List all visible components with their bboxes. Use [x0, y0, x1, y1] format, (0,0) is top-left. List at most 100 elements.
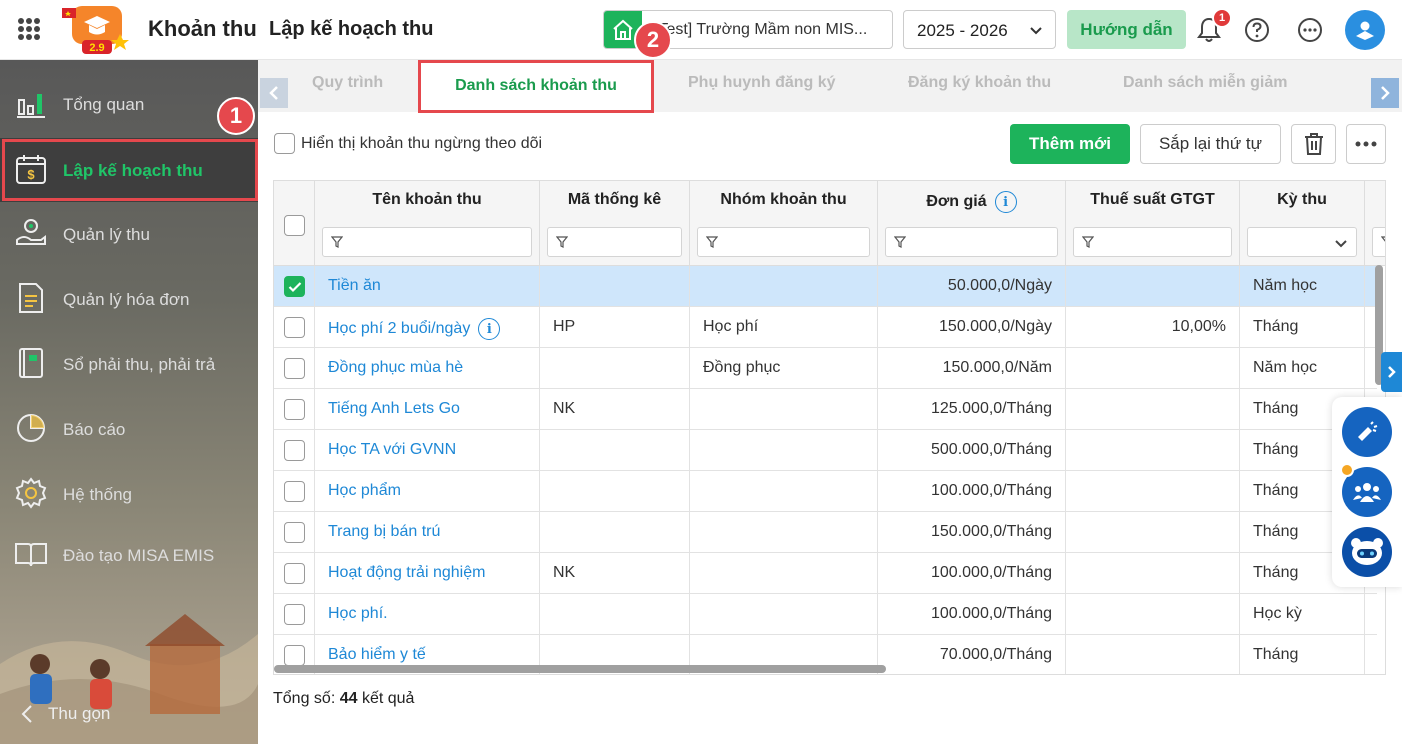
delete-button[interactable]	[1291, 124, 1336, 164]
table-row[interactable]: Học phí. 100.000,0/Tháng Học kỳ	[274, 594, 1377, 635]
megaphone-icon	[1358, 421, 1378, 441]
tab-parent-register[interactable]: Phụ huynh đăng ký	[688, 74, 836, 92]
app-grid-icon[interactable]	[18, 18, 40, 40]
filter-input-group[interactable]	[697, 227, 870, 257]
chevron-down-icon	[1030, 27, 1042, 35]
filter-icon	[1082, 236, 1094, 248]
fee-name-link[interactable]: Tiếng Anh Lets Go	[328, 400, 460, 417]
cell-text: 150.000,0/Ngày	[939, 318, 1052, 335]
fee-name-link[interactable]: Tiền ăn	[328, 277, 381, 294]
row-checkbox[interactable]	[284, 604, 305, 625]
fee-name-link[interactable]: Học TA với GVNN	[328, 441, 456, 458]
table-row[interactable]: Đồng phục mùa hè Đồng phục 150.000,0/Năm Nă…	[274, 348, 1377, 389]
cell-group	[690, 594, 878, 635]
table-row[interactable]: Tiếng Anh Lets Go NK 125.000,0/Tháng Tháng	[274, 389, 1377, 430]
cell-group	[690, 389, 878, 430]
filter-input-price[interactable]	[885, 227, 1058, 257]
header-select-cell	[274, 181, 315, 266]
filter-input-code[interactable]	[547, 227, 682, 257]
cell-vat	[1066, 430, 1240, 471]
fee-name-link[interactable]: Học phẩm	[328, 482, 401, 499]
sidebar-item-system[interactable]: Hệ thống	[0, 462, 258, 526]
notification-badge: 1	[1212, 8, 1232, 28]
annotation-step-1: 1	[217, 97, 255, 135]
row-checkbox[interactable]	[284, 399, 305, 420]
right-panel-toggle[interactable]	[1381, 352, 1402, 392]
announcement-button[interactable]	[1342, 407, 1392, 457]
table-row[interactable]: Học phẩm 100.000,0/Tháng Tháng	[274, 471, 1377, 512]
select-all-checkbox[interactable]	[284, 215, 305, 236]
cell-group	[690, 266, 878, 307]
cell-name: Trang bị bán trú	[315, 512, 540, 553]
sidebar-collapse-button[interactable]: Thu gọn	[20, 704, 110, 724]
guide-button[interactable]: Hướng dẫn	[1067, 10, 1186, 49]
sidebar-item-invoices[interactable]: Quản lý hóa đơn	[0, 267, 258, 331]
row-checkbox[interactable]	[284, 481, 305, 502]
cell-text: Học phí	[703, 318, 759, 335]
sidebar-item-reports[interactable]: Báo cáo	[0, 397, 258, 461]
school-year-select[interactable]: 2025 - 2026	[903, 10, 1056, 49]
filter-input-vat[interactable]	[1073, 227, 1232, 257]
tab-fee-register[interactable]: Đăng ký khoản thu	[908, 74, 1051, 92]
table-row[interactable]: Trang bị bán trú 150.000,0/Tháng Tháng	[274, 512, 1377, 553]
sidebar-item-manage-collection[interactable]: Quản lý thu	[0, 202, 258, 266]
sidebar-item-training[interactable]: Đào tạo MISA EMIS	[0, 523, 258, 587]
show-stopped-toggle[interactable]: Hiển thị khoản thu ngừng theo dõi	[274, 133, 542, 154]
filter-select-period[interactable]	[1247, 227, 1357, 257]
app-logo[interactable]: 2.9	[58, 4, 136, 56]
cell-name: Tiền ăn	[315, 266, 540, 307]
show-stopped-checkbox[interactable]	[274, 133, 295, 154]
row-checkbox[interactable]	[284, 358, 305, 379]
cell-text: Tháng	[1253, 441, 1299, 458]
horizontal-scrollbar[interactable]	[274, 664, 1374, 674]
row-checkbox[interactable]	[284, 317, 305, 338]
tab-process[interactable]: Quy trình	[312, 74, 383, 92]
row-checkbox[interactable]	[284, 563, 305, 584]
tab-exemption-list[interactable]: Danh sách miễn giảm	[1123, 74, 1288, 92]
cell-period: Năm học	[1240, 266, 1365, 307]
cell-price: 125.000,0/Tháng	[878, 389, 1066, 430]
fee-name-link[interactable]: Hoạt động trải nghiệm	[328, 564, 485, 581]
info-icon[interactable]: i	[478, 318, 501, 340]
user-avatar[interactable]	[1345, 10, 1385, 50]
cell-text: Học kỳ	[1253, 605, 1302, 622]
cell-text: 50.000,0/Ngày	[947, 277, 1052, 294]
cell-text: 150.000,0/Tháng	[931, 523, 1052, 540]
table-row[interactable]: Tiền ăn 50.000,0/Ngày Năm học	[274, 266, 1377, 307]
fee-name-link[interactable]: Học phí.	[328, 605, 388, 622]
help-icon[interactable]	[1244, 17, 1270, 43]
cell-code: HP	[540, 307, 690, 348]
row-checkbox[interactable]	[284, 522, 305, 543]
row-checkbox[interactable]	[284, 276, 305, 297]
fee-name-link[interactable]: Bảo hiểm y tế	[328, 646, 426, 663]
cell-vat	[1066, 348, 1240, 389]
filter-input-next[interactable]	[1372, 227, 1385, 257]
tabs-scroll-left[interactable]	[260, 78, 288, 108]
chevron-right-icon	[1381, 86, 1390, 100]
info-icon[interactable]: i	[994, 191, 1017, 213]
filter-input-name[interactable]	[322, 227, 532, 257]
table-row[interactable]: Học phí 2 buổi/ngày i HP Học phí 150.000,0/N…	[274, 307, 1377, 348]
table-row[interactable]: Hoạt động trải nghiệm NK 100.000,0/Tháng Th…	[274, 553, 1377, 594]
cell-price: 100.000,0/Tháng	[878, 471, 1066, 512]
cell-period: Năm học	[1240, 348, 1365, 389]
more-actions-button[interactable]	[1346, 124, 1386, 164]
table-row[interactable]: Học TA với GVNN 500.000,0/Tháng Tháng	[274, 430, 1377, 471]
school-year-value: 2025 - 2026	[917, 21, 1008, 40]
more-options-icon[interactable]	[1297, 17, 1323, 43]
fee-name-link[interactable]: Đồng phục mùa hè	[328, 359, 463, 376]
cell-text: 500.000,0/Tháng	[931, 441, 1052, 458]
cell-group	[690, 430, 878, 471]
tabs-scroll-right[interactable]	[1371, 78, 1399, 108]
fee-name-link[interactable]: Trang bị bán trú	[328, 523, 440, 540]
add-new-button[interactable]: Thêm mới	[1010, 124, 1130, 164]
chatbot-button[interactable]	[1342, 527, 1392, 577]
scroll-thumb[interactable]	[274, 665, 886, 673]
cell-vat	[1066, 512, 1240, 553]
fee-name-link[interactable]: Học phí 2 buổi/ngày	[328, 320, 470, 337]
row-checkbox[interactable]	[284, 645, 305, 666]
reorder-button[interactable]: Sắp lại thứ tự	[1140, 124, 1281, 164]
sidebar-item-ledger[interactable]: Sổ phải thu, phải trả	[0, 332, 258, 396]
cell-text: NK	[553, 400, 576, 417]
row-checkbox[interactable]	[284, 440, 305, 461]
